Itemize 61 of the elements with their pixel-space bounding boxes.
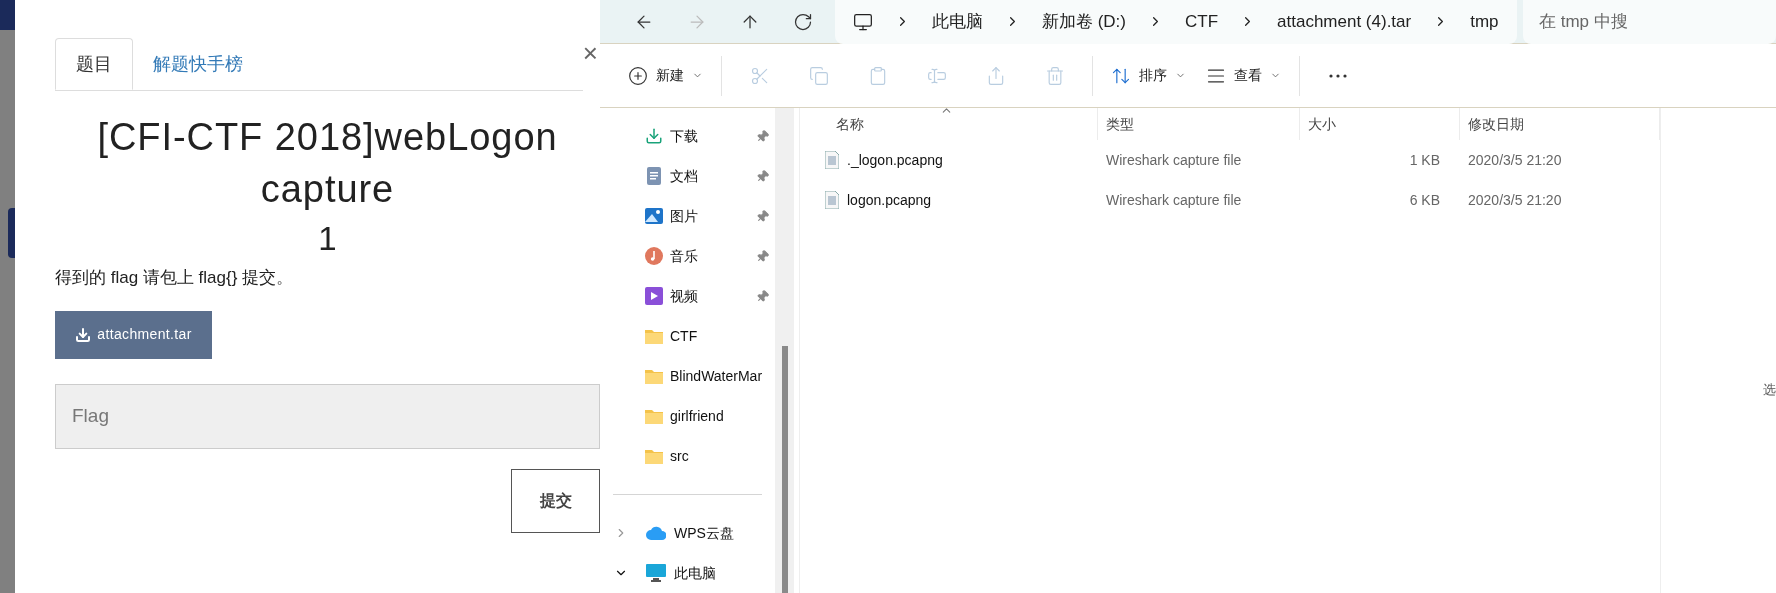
search-field[interactable]: 在 tmp 中搜: [1523, 0, 1776, 44]
cloud-icon: [646, 526, 666, 540]
breadcrumb-item[interactable]: 新加卷 (D:): [1041, 8, 1126, 35]
close-button[interactable]: ×: [582, 40, 598, 66]
scrollbar-thumb[interactable]: [781, 346, 788, 593]
breadcrumb-item[interactable]: tmp: [1470, 8, 1499, 35]
folder-icon: [645, 448, 663, 464]
breadcrumb-item[interactable]: CTF: [1185, 8, 1219, 35]
view-button[interactable]: 查看: [1196, 55, 1291, 96]
column-header[interactable]: 类型: [1098, 108, 1300, 140]
file-type-cell-text: Wireshark capture file: [1105, 190, 1243, 210]
sidebar-item[interactable]: WPS云盘: [600, 513, 775, 553]
download-icon: [645, 127, 663, 145]
new-button[interactable]: 新建: [618, 55, 713, 96]
address-bar[interactable]: 此电脑 新加卷 (D:) CTF attachment (4).tar tmp: [834, 0, 1517, 44]
sidebar-item[interactable]: BlindWaterMar: [600, 356, 775, 396]
flag-input[interactable]: Flag: [55, 383, 600, 449]
sidebar-item[interactable]: src: [600, 436, 775, 476]
document-icon: [646, 167, 662, 185]
column-header[interactable]: 修改日期: [1460, 108, 1660, 140]
folder-icon: [645, 368, 663, 384]
sidebar-item[interactable]: 视频: [600, 276, 775, 316]
sidebar-item[interactable]: 文档: [600, 156, 775, 196]
folder-icon: [645, 408, 663, 424]
file-name-cell[interactable]: logon.pcapng: [800, 189, 1098, 211]
details-pane-text: 选: [1763, 381, 1776, 399]
challenge-points: 1: [318, 219, 337, 259]
column-header[interactable]: 名称: [800, 108, 1098, 140]
file-size-cell-text: 1 KB: [1408, 150, 1441, 170]
download-icon: [75, 326, 92, 343]
monitor-icon: [646, 564, 666, 582]
column-header[interactable]: 大小: [1300, 108, 1460, 140]
challenge-title: [CFI-CTF 2018]webLogon capture: [96, 115, 559, 212]
breadcrumb-item[interactable]: 此电脑: [931, 8, 983, 35]
file-icon: [825, 191, 839, 209]
sidebar-item[interactable]: CTF: [600, 316, 775, 356]
file-size-cell-text: 6 KB: [1408, 190, 1441, 210]
file-date-cell-text: 2020/3/5 21:20: [1467, 150, 1563, 170]
sidebar-item[interactable]: 图片: [600, 196, 775, 236]
submit-button[interactable]: 提交: [511, 468, 600, 533]
sidebar-item[interactable]: girlfriend: [600, 396, 775, 436]
computer-icon: [852, 11, 873, 32]
file-icon: [825, 151, 839, 169]
challenge-description: 得到的 flag 请包上 flag{} 提交。: [55, 267, 295, 289]
sort-button[interactable]: 排序: [1101, 55, 1196, 96]
folder-icon: [645, 328, 663, 344]
tab[interactable]: 解题快手榜: [133, 38, 263, 90]
file-name-cell[interactable]: ._logon.pcapng: [800, 149, 1098, 171]
breadcrumb-item[interactable]: attachment (4).tar: [1277, 8, 1412, 35]
video-icon: [645, 287, 663, 305]
sidebar-item[interactable]: 音乐: [600, 236, 775, 276]
tab[interactable]: 题目: [55, 38, 133, 90]
picture-icon: [645, 208, 663, 224]
file-type-cell-text: Wireshark capture file: [1105, 150, 1243, 170]
sidebar-item[interactable]: 下载: [600, 116, 775, 156]
file-date-cell-text: 2020/3/5 21:20: [1467, 190, 1563, 210]
page-tab-edge: [8, 208, 15, 258]
page-header-strip: [0, 0, 15, 30]
attachment-button[interactable]: attachment.tar: [55, 310, 212, 359]
sidebar-item[interactable]: 此电脑: [600, 553, 775, 593]
music-note-icon: [645, 247, 663, 265]
